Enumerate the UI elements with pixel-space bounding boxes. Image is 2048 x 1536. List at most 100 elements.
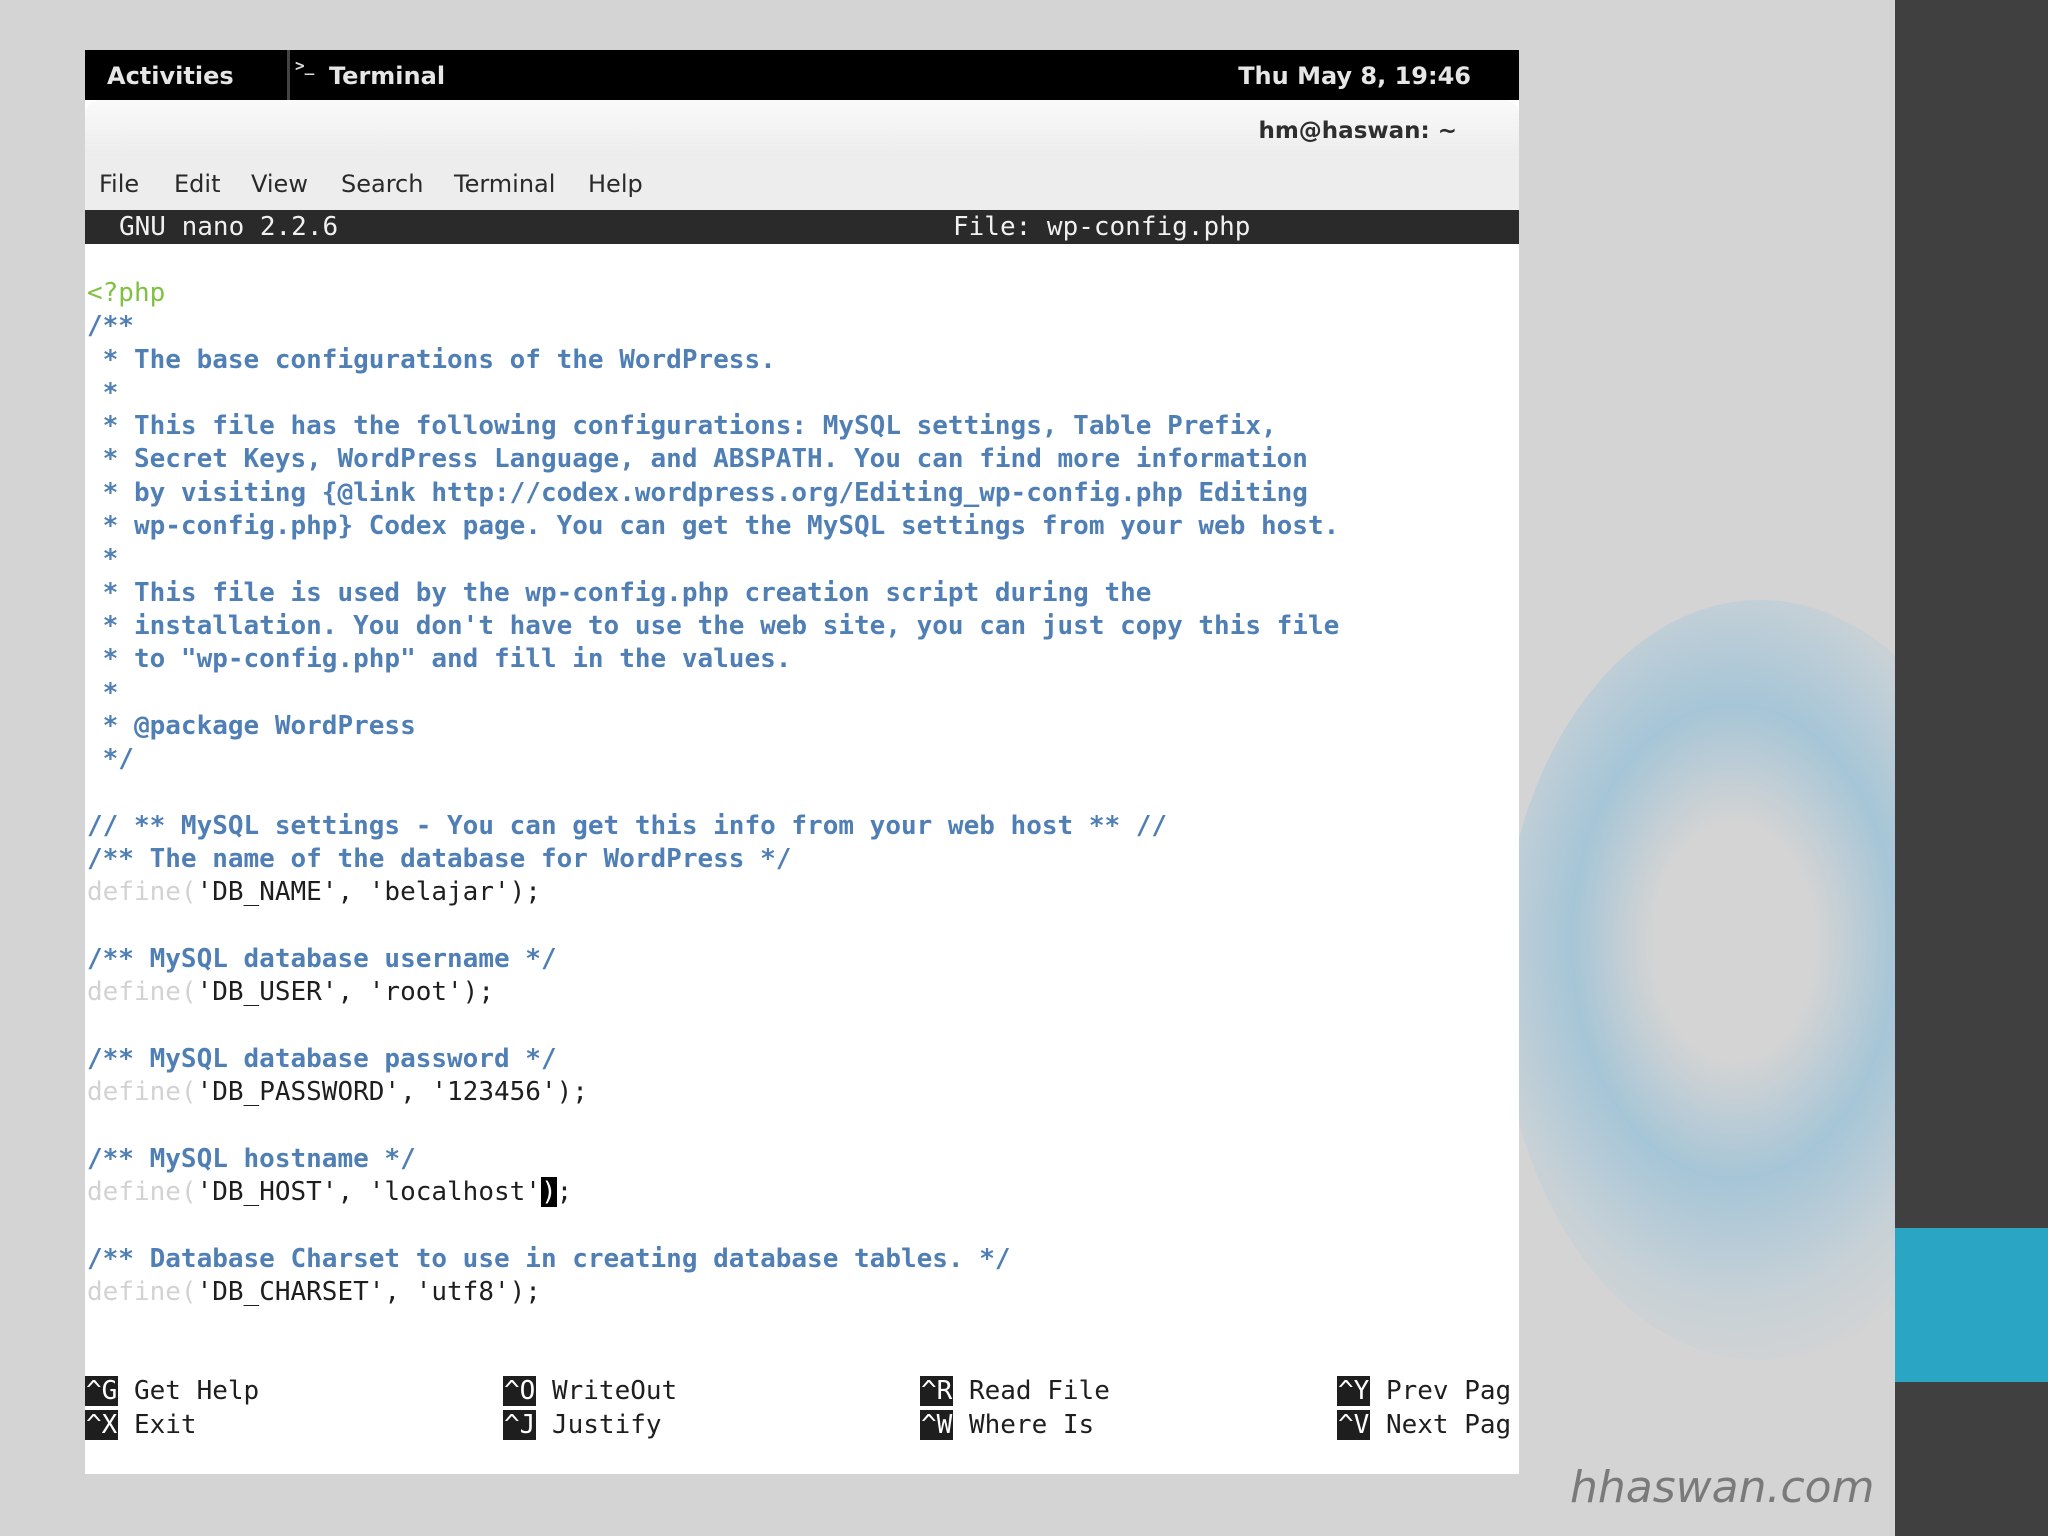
code-comment: /** Database Charset to use in creating …	[87, 1243, 1011, 1274]
terminal-icon: >_	[295, 56, 315, 75]
nano-filename: File: wp-config.php	[953, 212, 1251, 242]
code-comment: * The base configurations of the WordPre…	[87, 344, 776, 375]
shortcut-prev-page[interactable]: ^Y Prev Pag	[1337, 1376, 1511, 1409]
menu-help[interactable]: Help	[588, 170, 643, 198]
menu-edit[interactable]: Edit	[174, 170, 220, 198]
code-comment: /** MySQL database username */	[87, 943, 557, 974]
shortcut-key: ^O	[503, 1376, 537, 1406]
shortcut-key: ^W	[920, 1410, 954, 1440]
clock[interactable]: Thu May 8, 19:46	[1238, 62, 1471, 90]
code-comment: /**	[87, 311, 134, 342]
editor-line: * wp-config.php} Codex page. You can get…	[87, 510, 1517, 543]
editor-line: *	[87, 543, 1517, 576]
code-comment: * This file has the following configurat…	[87, 411, 1277, 442]
editor-line: /** Database Charset to use in creating …	[87, 1243, 1517, 1276]
code-comment: * This file is used by the wp-config.php…	[87, 577, 1152, 608]
shortcut-key: ^V	[1337, 1410, 1371, 1440]
editor-text-area[interactable]: <?php/** * The base configurations of th…	[87, 277, 1517, 1309]
define-arguments: 'DB_CHARSET', 'utf8');	[196, 1276, 541, 1307]
menu-terminal[interactable]: Terminal	[454, 170, 555, 198]
editor-line: define('DB_NAME', 'belajar');	[87, 876, 1517, 909]
editor-line: /** MySQL database username */	[87, 943, 1517, 976]
editor-line: /** The name of the database for WordPre…	[87, 843, 1517, 876]
nano-header: GNU nano 2.2.6 File: wp-config.php	[85, 210, 1519, 244]
shortcut-get-help[interactable]: ^G Get Help	[85, 1376, 259, 1409]
code-comment: * by visiting {@link http://codex.wordpr…	[87, 477, 1308, 508]
gnome-top-bar: Activities >_ Terminal Thu May 8, 19:46	[85, 50, 1519, 100]
line-suffix: ;	[556, 1177, 573, 1208]
editor-line: * This file has the following configurat…	[87, 410, 1517, 443]
code-comment: // ** MySQL settings - You can get this …	[87, 810, 1168, 841]
editor-line: define('DB_CHARSET', 'utf8');	[87, 1276, 1517, 1309]
nano-version: GNU nano 2.2.6	[119, 212, 339, 242]
shortcut-label: Next Pag	[1385, 1410, 1512, 1440]
editor-line: * This file is used by the wp-config.php…	[87, 577, 1517, 610]
editor-line: <?php	[87, 277, 1517, 310]
define-keyword: define(	[87, 1077, 197, 1108]
define-keyword: define(	[87, 977, 197, 1008]
shortcut-read-file[interactable]: ^R Read File	[920, 1376, 1110, 1409]
shortcut-label: Get Help	[133, 1376, 260, 1406]
shortcut-justify[interactable]: ^J Justify	[503, 1410, 662, 1443]
menu-search[interactable]: Search	[341, 170, 423, 198]
slide-accent-block	[1895, 1228, 2048, 1382]
screen: Activities >_ Terminal Thu May 8, 19:46 …	[85, 50, 1519, 1474]
editor-line: /** MySQL hostname */	[87, 1143, 1517, 1176]
shortcut-label: Exit	[133, 1410, 197, 1440]
brand-watermark: hhaswan.com	[1570, 1462, 1875, 1513]
editor-line: /**	[87, 310, 1517, 343]
editor-line: define('DB_PASSWORD', '123456');	[87, 1076, 1517, 1109]
editor-line: * The base configurations of the WordPre…	[87, 344, 1517, 377]
code-comment: * @package WordPress	[87, 710, 416, 741]
code-comment: *	[87, 544, 119, 575]
editor-line: *	[87, 377, 1517, 410]
shortcut-key: ^Y	[1337, 1376, 1371, 1406]
code-comment: * wp-config.php} Codex page. You can get…	[87, 511, 1340, 542]
shortcut-writeout[interactable]: ^O WriteOut	[503, 1376, 677, 1409]
editor-line: define('DB_HOST', 'localhost');	[87, 1176, 1517, 1209]
define-keyword: define(	[87, 1177, 197, 1208]
code-comment: * Secret Keys, WordPress Language, and A…	[87, 444, 1308, 475]
editor-line: * Secret Keys, WordPress Language, and A…	[87, 443, 1517, 476]
code-comment: /** MySQL database password */	[87, 1043, 557, 1074]
activities-button[interactable]: Activities	[107, 62, 234, 90]
shortcut-label: Prev Pag	[1385, 1376, 1512, 1406]
shortcut-label: WriteOut	[551, 1376, 678, 1406]
menu-file[interactable]: File	[99, 170, 139, 198]
menu-bar: File Edit View Search Terminal Help	[85, 156, 1519, 210]
app-menu-terminal[interactable]: Terminal	[329, 62, 445, 90]
code-comment: */	[87, 744, 134, 775]
shortcut-key: ^X	[85, 1410, 119, 1440]
top-bar-separator	[287, 50, 290, 100]
define-keyword: define(	[87, 877, 197, 908]
code-comment: *	[87, 377, 119, 408]
define-arguments: 'DB_USER', 'root');	[196, 977, 494, 1008]
editor-line: define('DB_USER', 'root');	[87, 976, 1517, 1009]
shortcut-key: ^J	[503, 1410, 537, 1440]
code-comment: /** MySQL hostname */	[87, 1143, 416, 1174]
define-keyword: define(	[87, 1276, 197, 1307]
shortcut-exit[interactable]: ^X Exit	[85, 1410, 197, 1443]
shortcut-label: Justify	[551, 1410, 662, 1440]
code-comment: * installation. You don't have to use th…	[87, 610, 1340, 641]
define-arguments: 'DB_HOST', 'localhost'	[196, 1177, 541, 1208]
editor-line: * @package WordPress	[87, 710, 1517, 743]
editor-line: */	[87, 743, 1517, 776]
shortcut-next-page[interactable]: ^V Next Pag	[1337, 1410, 1511, 1443]
php-open-tag: <?php	[87, 278, 166, 308]
menu-view[interactable]: View	[251, 170, 308, 198]
window-title: hm@haswan: ~	[1258, 118, 1457, 144]
shortcut-label: Where Is	[968, 1410, 1095, 1440]
code-comment: * to "wp-config.php" and fill in the val…	[87, 644, 792, 675]
shortcut-where-is[interactable]: ^W Where Is	[920, 1410, 1094, 1443]
editor-line: /** MySQL database password */	[87, 1043, 1517, 1076]
editor-line: *	[87, 677, 1517, 710]
shortcut-key: ^R	[920, 1376, 954, 1406]
define-arguments: 'DB_NAME', 'belajar');	[196, 877, 541, 908]
editor-line: * installation. You don't have to use th…	[87, 610, 1517, 643]
shortcut-key: ^G	[85, 1376, 119, 1406]
